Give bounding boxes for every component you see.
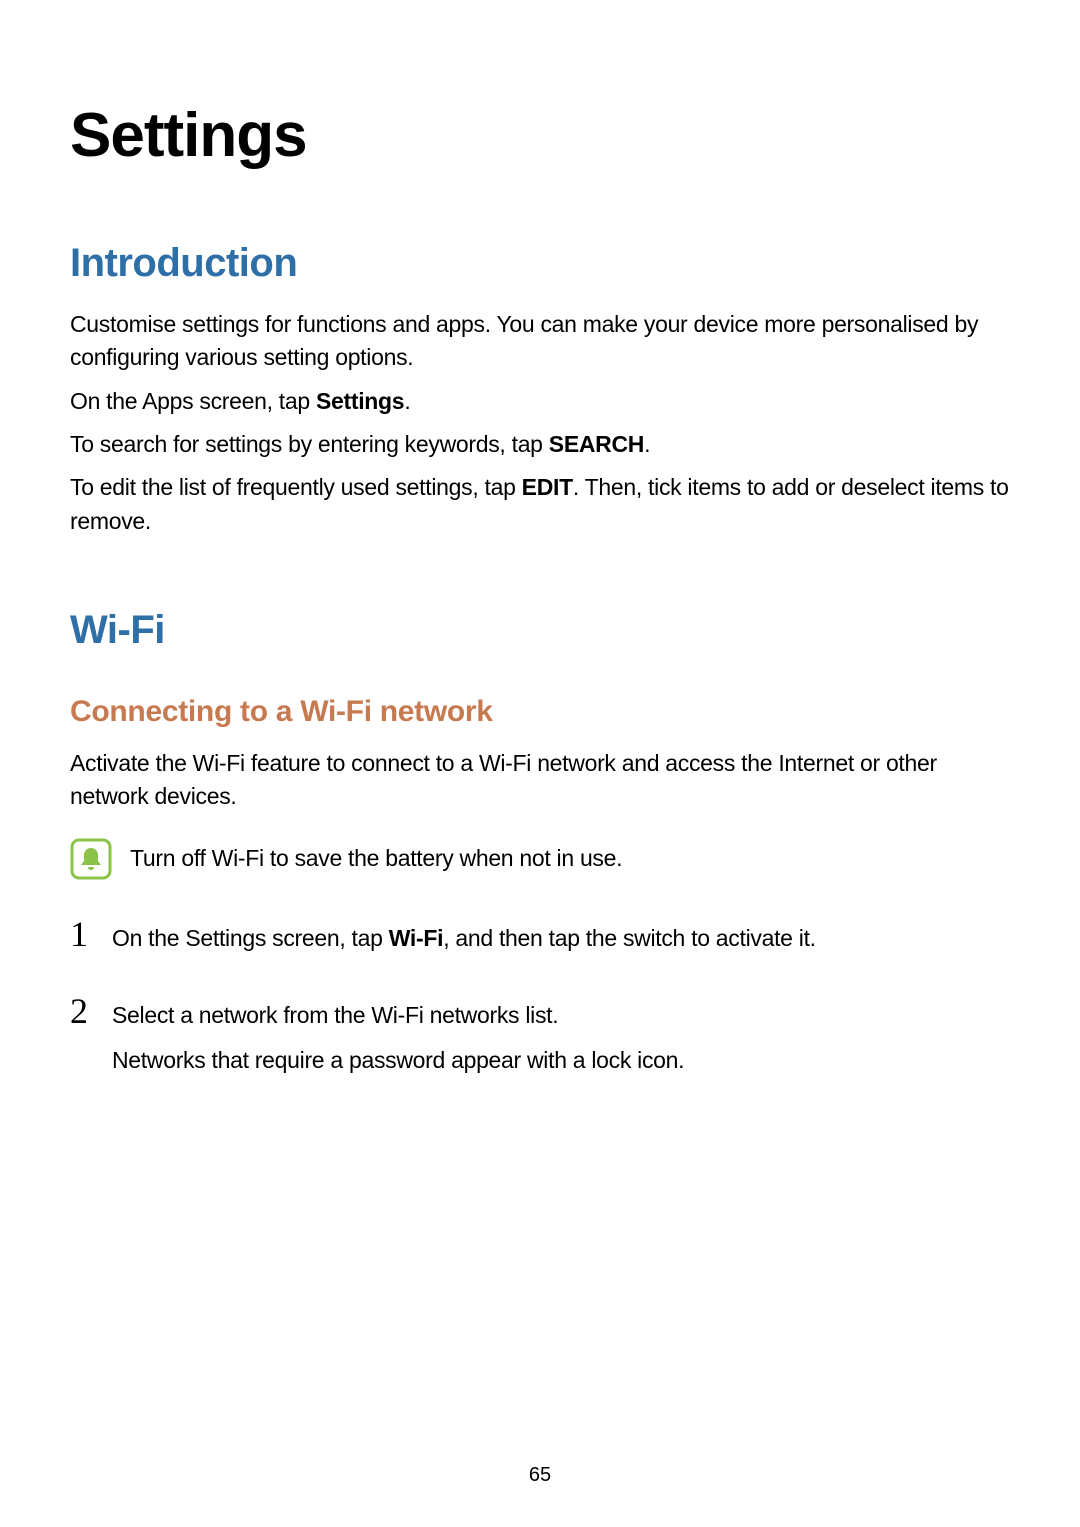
note-box: Turn off Wi-Fi to save the battery when …	[70, 838, 1010, 880]
bold-settings: Settings	[316, 388, 404, 414]
text-fragment: On the Settings screen, tap	[112, 925, 389, 951]
list-number-1: 1	[70, 916, 94, 952]
page-title: Settings	[70, 100, 1010, 171]
bell-note-icon	[70, 838, 112, 880]
bold-wifi: Wi-Fi	[389, 925, 444, 951]
list-item-2: 2 Select a network from the Wi-Fi networ…	[70, 993, 1010, 1090]
note-text: Turn off Wi-Fi to save the battery when …	[130, 842, 622, 875]
numbered-list: 1 On the Settings screen, tap Wi-Fi, and…	[70, 916, 1010, 1090]
step2-paragraph-2: Networks that require a password appear …	[112, 1044, 684, 1077]
intro-section: Introduction Customise settings for func…	[70, 241, 1010, 538]
list-content-1: On the Settings screen, tap Wi-Fi, and t…	[112, 916, 816, 967]
intro-paragraph-3: To search for settings by entering keywo…	[70, 428, 1010, 461]
intro-paragraph-1: Customise settings for functions and app…	[70, 308, 1010, 375]
text-fragment: To search for settings by entering keywo…	[70, 431, 549, 457]
section-heading-introduction: Introduction	[70, 241, 1010, 286]
intro-paragraph-2: On the Apps screen, tap Settings.	[70, 385, 1010, 418]
intro-paragraph-4: To edit the list of frequently used sett…	[70, 471, 1010, 538]
text-fragment: To edit the list of frequently used sett…	[70, 474, 522, 500]
text-fragment: , and then tap the switch to activate it…	[443, 925, 816, 951]
page-number: 65	[529, 1464, 551, 1487]
text-fragment: .	[644, 431, 650, 457]
text-fragment: .	[404, 388, 410, 414]
list-item-1: 1 On the Settings screen, tap Wi-Fi, and…	[70, 916, 1010, 967]
bold-edit: EDIT	[522, 474, 573, 500]
subsection-heading-connecting: Connecting to a Wi-Fi network	[70, 695, 1010, 729]
list-number-2: 2	[70, 993, 94, 1029]
bold-search: SEARCH	[549, 431, 644, 457]
wifi-paragraph-1: Activate the Wi-Fi feature to connect to…	[70, 747, 1010, 814]
section-heading-wifi: Wi-Fi	[70, 608, 1010, 653]
text-fragment: On the Apps screen, tap	[70, 388, 316, 414]
wifi-section: Wi-Fi Connecting to a Wi-Fi network Acti…	[70, 608, 1010, 1090]
step2-paragraph-1: Select a network from the Wi-Fi networks…	[112, 999, 684, 1032]
list-content-2: Select a network from the Wi-Fi networks…	[112, 993, 684, 1090]
